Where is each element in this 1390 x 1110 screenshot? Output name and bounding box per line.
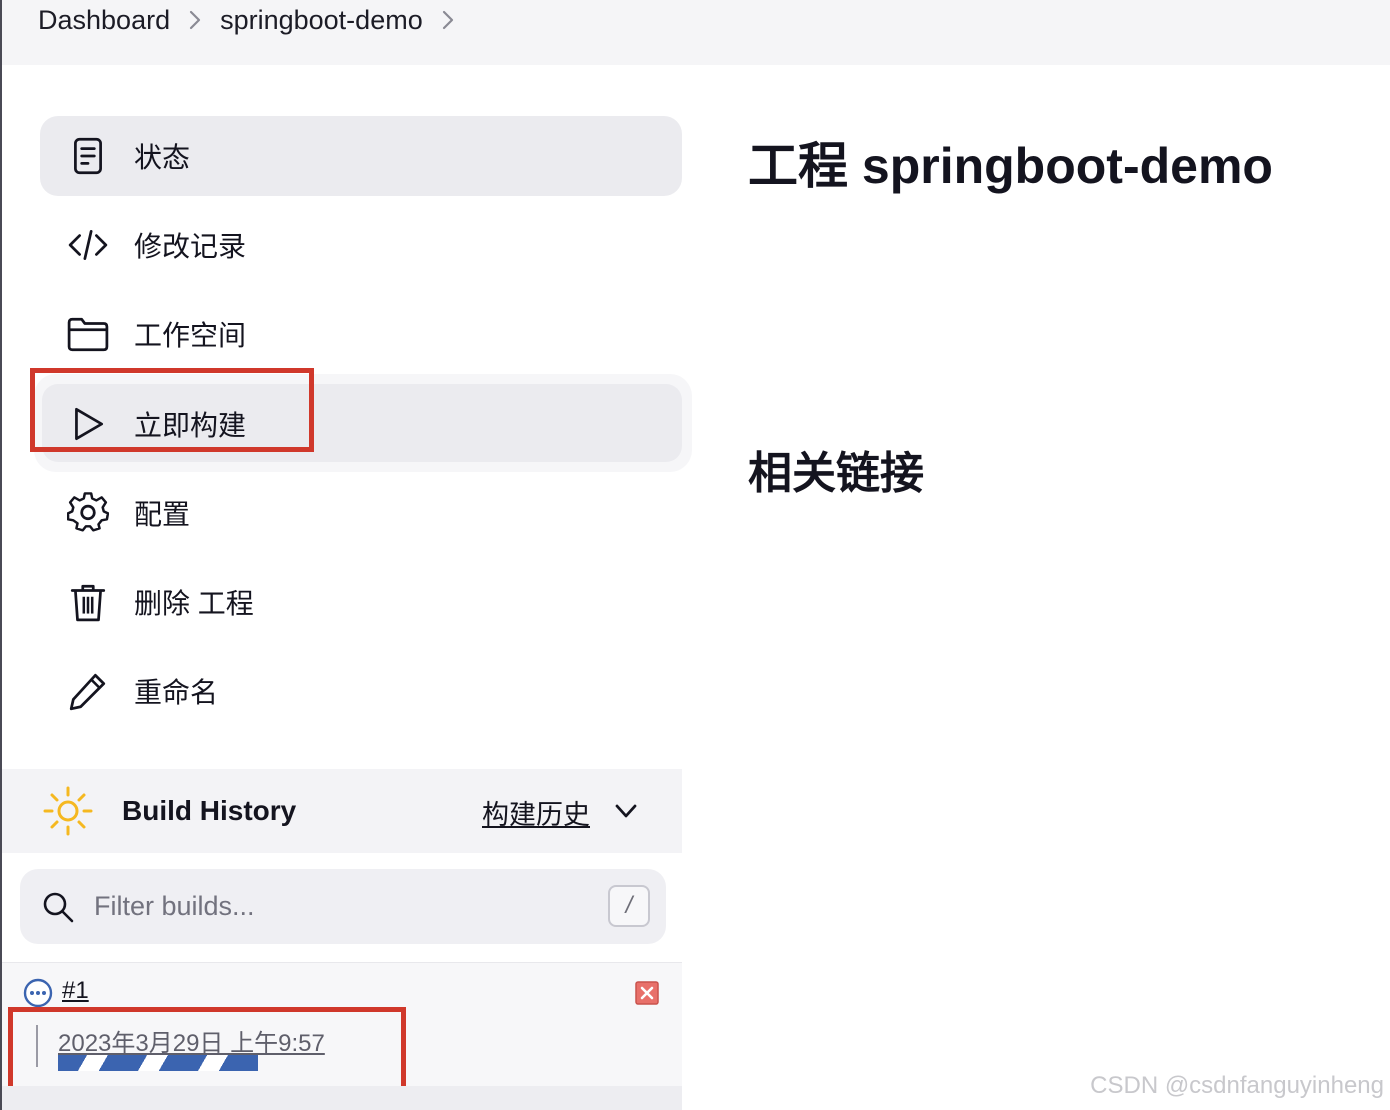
related-links-heading: 相关链接 (748, 449, 924, 498)
build-number-link[interactable]: #1 (62, 977, 89, 1005)
task-workspace[interactable]: 工作空间 (40, 294, 682, 374)
list-footer (2, 1086, 682, 1110)
breadcrumb-dashboard[interactable]: Dashboard (38, 4, 170, 36)
task-label: 删除 工程 (134, 588, 254, 619)
gear-icon (62, 487, 114, 539)
task-configure[interactable]: 配置 (40, 473, 682, 553)
build-history-title: Build History (122, 795, 297, 826)
task-changes[interactable]: 修改记录 (40, 205, 682, 285)
sun-icon (43, 786, 93, 836)
task-label: 重命名 (134, 677, 219, 708)
breadcrumb: Dashboard springboot-demo (2, 0, 1390, 65)
task-label: 修改记录 (134, 231, 247, 262)
trash-icon (62, 576, 114, 628)
task-label: 工作空间 (134, 320, 247, 351)
build-history-header: Build History 构建历史 (2, 769, 682, 853)
annotation-highlight-box (30, 368, 314, 452)
task-delete[interactable]: 删除 工程 (40, 562, 682, 642)
jenkins-project-page: Dashboard springboot-demo 状态 修改记录 工作空间 立… (0, 0, 1390, 1110)
code-icon (62, 219, 114, 271)
search-icon (43, 892, 74, 922)
task-label: 状态 (134, 142, 191, 173)
pencil-icon (62, 665, 114, 717)
task-status[interactable]: 状态 (40, 116, 682, 196)
in-progress-status-icon (23, 978, 53, 1008)
chevron-right-icon[interactable] (423, 4, 473, 36)
page-title: 工程 springboot-demo (748, 138, 1273, 194)
chevron-down-icon[interactable] (612, 797, 640, 825)
filter-builds-input[interactable] (94, 886, 574, 927)
task-rename[interactable]: 重命名 (40, 651, 682, 731)
keyboard-shortcut-badge: / (608, 885, 650, 927)
build-trend-link[interactable]: 构建历史 (482, 793, 590, 832)
document-icon (62, 130, 114, 182)
stop-build-icon[interactable] (635, 981, 659, 1005)
filter-builds-box: / (20, 869, 666, 944)
folder-icon (62, 308, 114, 360)
watermark: CSDN @csdnfanguyinheng (1090, 1072, 1384, 1099)
annotation-highlight-box (8, 1007, 406, 1091)
chevron-right-icon (170, 4, 220, 36)
breadcrumb-project[interactable]: springboot-demo (220, 4, 423, 36)
task-label: 配置 (134, 499, 191, 530)
